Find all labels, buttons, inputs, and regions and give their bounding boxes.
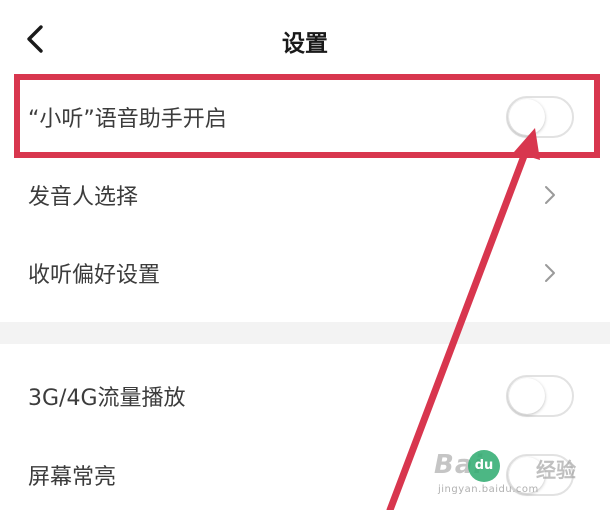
setting-label: “小听”语音助手开启 — [28, 107, 227, 132]
page-title: 设置 — [282, 31, 328, 57]
toggle-knob — [509, 99, 545, 135]
setting-row-listening-preferences[interactable]: 收听偏好设置 — [0, 234, 610, 312]
chevron-right-icon — [542, 183, 558, 207]
voice-assistant-toggle[interactable] — [506, 96, 574, 138]
setting-row-voice-assistant[interactable]: “小听”语音助手开启 — [0, 78, 610, 156]
setting-label: 收听偏好设置 — [28, 263, 161, 288]
setting-row-cellular-playback[interactable]: 3G/4G流量播放 — [0, 357, 610, 435]
setting-row-keep-screen-on[interactable]: 屏幕常亮 — [0, 436, 610, 510]
setting-label: 屏幕常亮 — [28, 465, 117, 490]
settings-screen: 设置 “小听”语音助手开启 发音人选择 收听偏好设置 3G/4G流量播放 屏幕常… — [0, 0, 610, 510]
section-divider — [0, 322, 610, 344]
chevron-right-icon — [542, 261, 558, 285]
setting-label: 发音人选择 — [28, 185, 139, 210]
cellular-playback-toggle[interactable] — [506, 375, 574, 417]
setting-row-voice-selection[interactable]: 发音人选择 — [0, 156, 610, 234]
toggle-knob — [509, 457, 545, 493]
keep-screen-on-toggle[interactable] — [506, 454, 574, 496]
setting-label: 3G/4G流量播放 — [28, 386, 186, 411]
toggle-knob — [509, 378, 545, 414]
header-bar: 设置 — [0, 0, 610, 78]
